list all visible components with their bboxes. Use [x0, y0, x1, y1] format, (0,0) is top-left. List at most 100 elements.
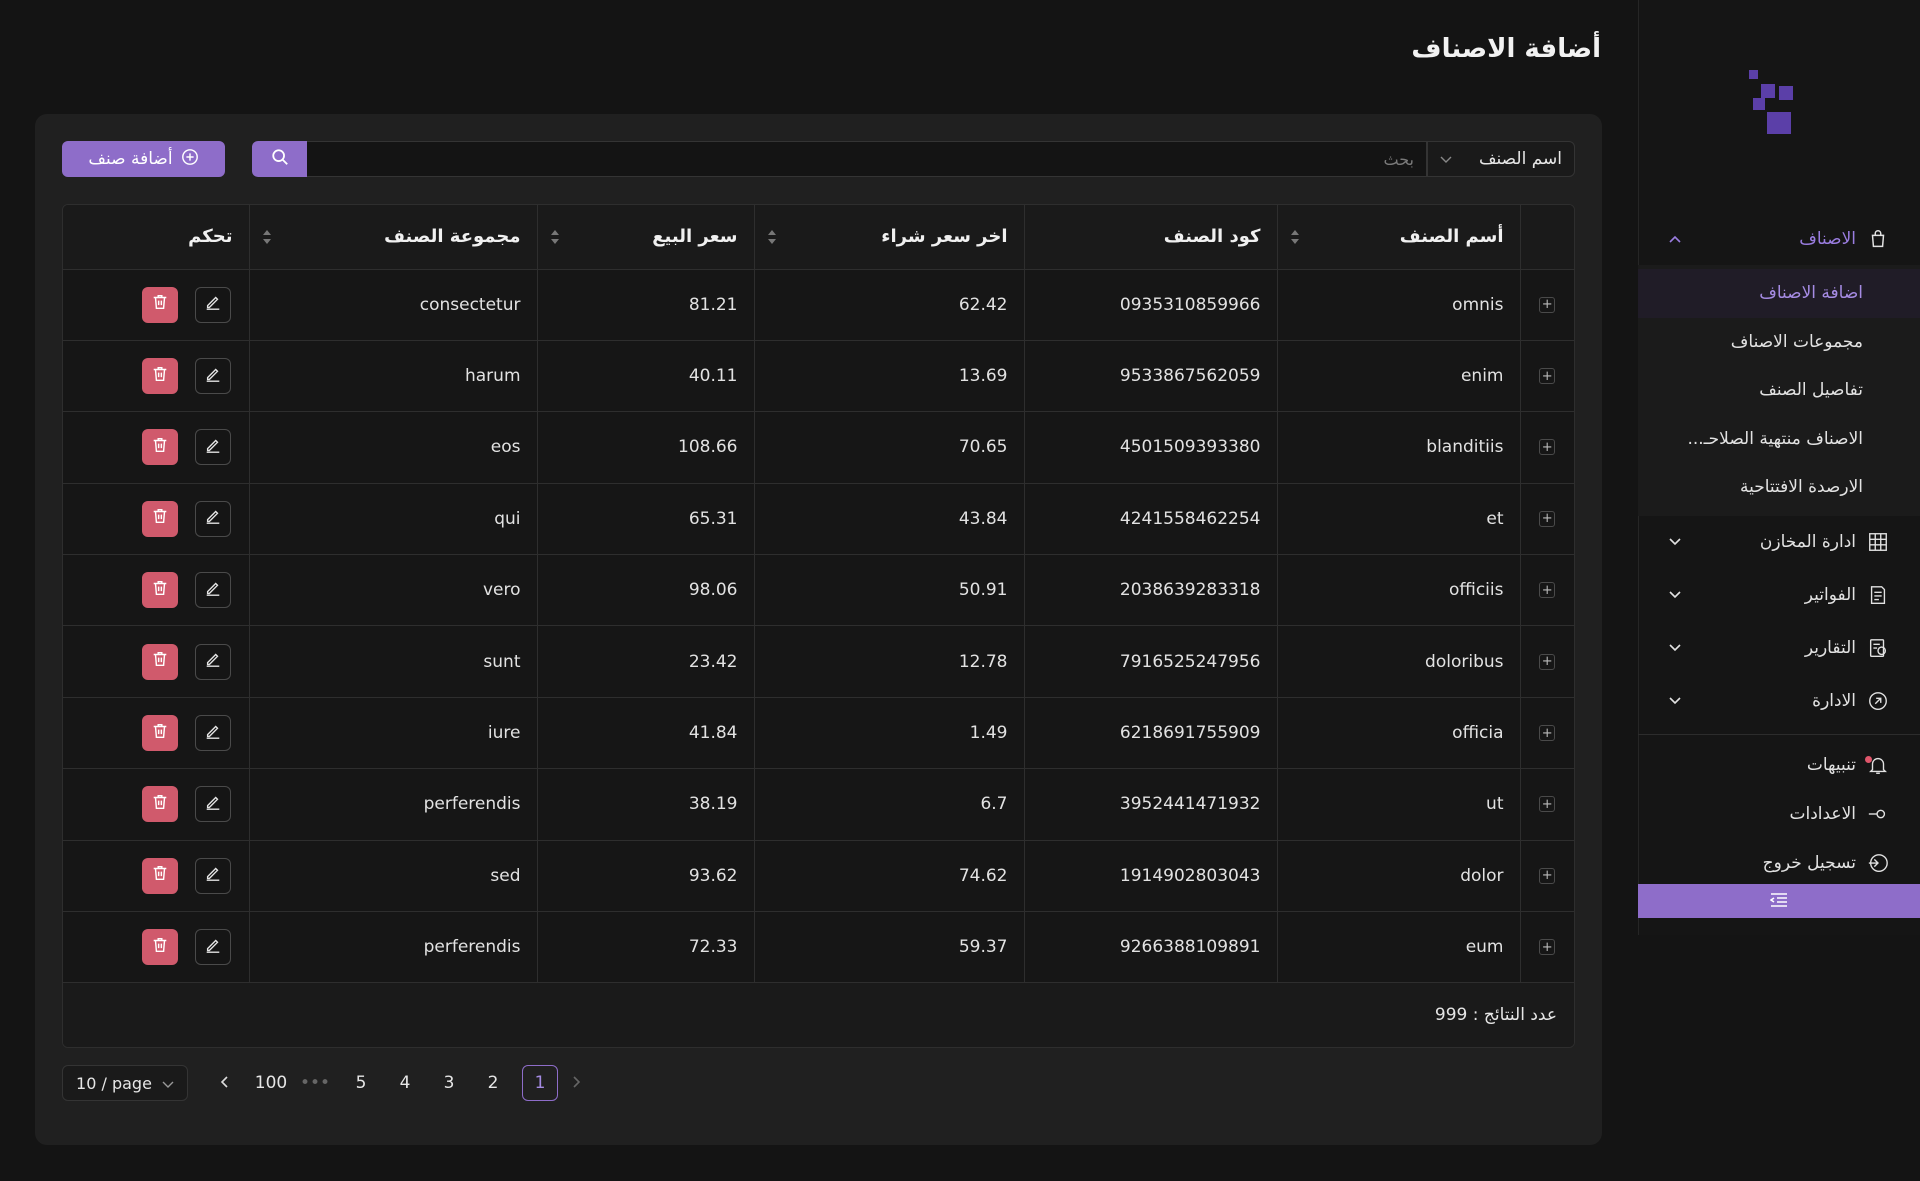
delete-button[interactable]	[141, 286, 178, 323]
expand-row-button[interactable]: +	[1539, 439, 1556, 456]
page-2[interactable]: 2	[476, 1065, 510, 1101]
expand-row-button[interactable]: +	[1539, 296, 1556, 313]
chevron-down-icon[interactable]	[1668, 641, 1682, 655]
column-header-control: تحكم	[63, 205, 250, 270]
delete-button[interactable]	[141, 857, 178, 894]
sidebar-item-admin[interactable]: الادارة	[1638, 675, 1920, 728]
delete-button[interactable]	[141, 786, 178, 823]
sidebar-item-items[interactable]: الاصناف	[1638, 212, 1920, 265]
search-input[interactable]	[307, 141, 1427, 177]
chevron-down-icon[interactable]	[1668, 588, 1682, 602]
delete-button[interactable]	[141, 500, 178, 537]
edit-button[interactable]	[194, 286, 231, 323]
sidebar-item-label: تنبيهات	[1806, 755, 1856, 775]
add-item-button[interactable]: أضافة صنف	[62, 141, 225, 177]
chevron-right-icon	[573, 1073, 581, 1093]
expand-row-button[interactable]: +	[1539, 939, 1556, 956]
delete-button[interactable]	[141, 929, 178, 966]
table-row: + ut 3952441471932 6.7 38.19 perferendis	[63, 768, 1574, 841]
sort-icon[interactable]	[767, 229, 777, 245]
sidebar-item-reports[interactable]: التقارير	[1638, 622, 1920, 675]
column-header-name[interactable]: أسم الصنف	[1277, 205, 1521, 270]
expand-row-button[interactable]: +	[1539, 796, 1556, 813]
page-last[interactable]: 100	[254, 1065, 288, 1101]
chevron-down-icon[interactable]	[1668, 535, 1682, 549]
expand-cell: +	[1520, 554, 1574, 627]
delete-button[interactable]	[141, 358, 178, 395]
edit-button[interactable]	[194, 500, 231, 537]
expand-cell: +	[1520, 340, 1574, 413]
sidebar-subitem-opening-balances[interactable]: الارصدة الافتتاحية	[1638, 463, 1920, 512]
chevron-up-icon[interactable]	[1668, 232, 1682, 246]
cell-control	[63, 269, 250, 341]
cell-last-price: 62.42	[754, 269, 1025, 341]
sidebar-subitem-item-groups[interactable]: مجموعات الاصناف	[1638, 318, 1920, 367]
column-header-sell-price[interactable]: سعر البيع	[537, 205, 755, 270]
sidebar-collapse-button[interactable]	[1638, 884, 1920, 918]
edit-button[interactable]	[194, 429, 231, 466]
expand-row-button[interactable]: +	[1539, 368, 1556, 385]
cell-name: enim	[1277, 340, 1521, 413]
page-1-current[interactable]: 1	[522, 1065, 558, 1101]
cell-sell-price: 108.66	[537, 411, 755, 484]
plus-icon: +	[1541, 654, 1553, 670]
edit-button[interactable]	[194, 358, 231, 395]
cell-sell-price: 23.42	[537, 625, 755, 698]
sidebar-item-logout[interactable]: تسجيل خروج	[1638, 839, 1920, 888]
edit-button[interactable]	[194, 715, 231, 752]
expand-cell: +	[1520, 625, 1574, 698]
edit-button[interactable]	[194, 643, 231, 680]
edit-icon	[204, 722, 222, 745]
sidebar-subitem-add-items[interactable]: اضافة الاصناف	[1638, 269, 1920, 318]
search-field-select[interactable]: اسم الصنف	[1427, 141, 1575, 177]
page-4[interactable]: 4	[388, 1065, 422, 1101]
sidebar-item-warehouses[interactable]: ادارة المخازن	[1638, 516, 1920, 569]
cell-control	[63, 625, 250, 698]
sidebar-subitem-item-details[interactable]: تفاصيل الصنف	[1638, 366, 1920, 415]
edit-button[interactable]	[194, 572, 231, 609]
page-5[interactable]: 5	[344, 1065, 378, 1101]
sidebar-subitem-expired-items[interactable]: الاصناف منتهية الصلاحـ...	[1638, 415, 1920, 464]
expand-cell: +	[1520, 768, 1574, 841]
expand-row-button[interactable]: +	[1539, 582, 1556, 599]
app-logo	[1749, 68, 1809, 140]
notification-dot	[1865, 755, 1872, 763]
page-size-select[interactable]: 10 / page	[62, 1065, 188, 1101]
edit-button[interactable]	[194, 929, 231, 966]
logout-icon	[1866, 851, 1890, 875]
edit-button[interactable]	[194, 786, 231, 823]
edit-button[interactable]	[194, 857, 231, 894]
sort-icon[interactable]	[262, 229, 272, 245]
table-row: + et 4241558462254 43.84 65.31 qui	[63, 483, 1574, 556]
cell-group: iure	[249, 697, 538, 770]
sidebar-item-settings[interactable]: الاعدادات	[1638, 790, 1920, 839]
sort-icon[interactable]	[550, 229, 560, 245]
next-page-button[interactable]	[560, 1065, 594, 1101]
page-3[interactable]: 3	[432, 1065, 466, 1101]
chevron-down-icon[interactable]	[1668, 694, 1682, 708]
page-ellipsis[interactable]: •••	[298, 1065, 332, 1101]
expand-row-button[interactable]: +	[1539, 725, 1556, 742]
cell-group: vero	[249, 554, 538, 627]
column-header-last-price[interactable]: اخر سعر شراء	[754, 205, 1025, 270]
expand-row-button[interactable]: +	[1539, 867, 1556, 884]
edit-icon	[204, 436, 222, 459]
delete-button[interactable]	[141, 429, 178, 466]
delete-button[interactable]	[141, 715, 178, 752]
delete-button[interactable]	[141, 643, 178, 680]
prev-page-button[interactable]	[207, 1065, 241, 1101]
expand-row-button[interactable]: +	[1539, 510, 1556, 527]
cell-control	[63, 697, 250, 770]
sort-icon[interactable]	[1290, 229, 1300, 245]
cell-code: 2038639283318	[1024, 554, 1278, 627]
delete-button[interactable]	[141, 572, 178, 609]
expand-cell: +	[1520, 483, 1574, 556]
cell-group: qui	[249, 483, 538, 556]
cell-sell-price: 40.11	[537, 340, 755, 413]
column-header-group[interactable]: مجموعة الصنف	[249, 205, 538, 270]
search-button[interactable]	[252, 141, 307, 177]
sidebar-item-notifications[interactable]: تنبيهات	[1638, 741, 1920, 790]
plus-icon: +	[1541, 439, 1553, 455]
sidebar-item-invoices[interactable]: الفواتير	[1638, 569, 1920, 622]
expand-row-button[interactable]: +	[1539, 653, 1556, 670]
